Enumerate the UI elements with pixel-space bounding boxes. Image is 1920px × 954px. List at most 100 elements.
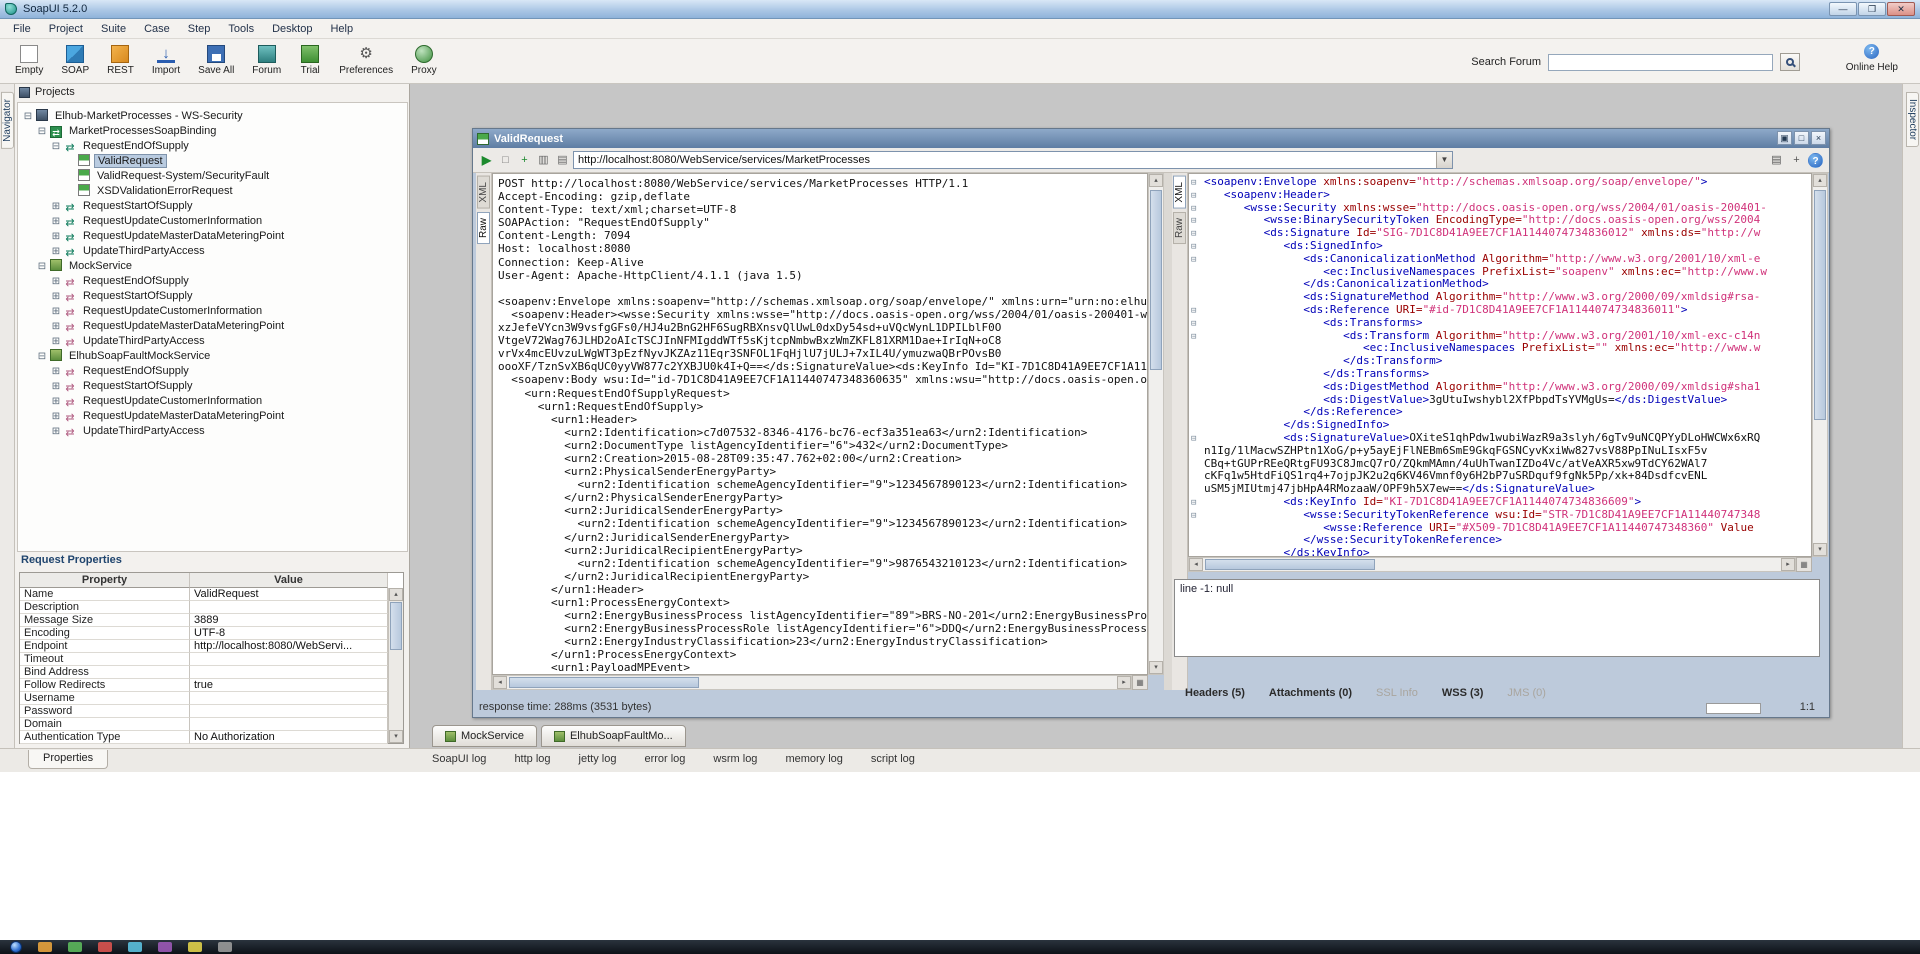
tree-toggle-icon[interactable]: ⊞ — [50, 364, 62, 379]
tree-toggle-icon[interactable]: ⊞ — [50, 409, 62, 424]
log-tab-memory-log[interactable]: memory log — [785, 753, 842, 765]
property-row[interactable]: Password — [20, 705, 403, 718]
scrollbar-thumb[interactable] — [1814, 190, 1826, 420]
tree-item[interactable]: ValidRequest — [18, 154, 407, 169]
scroll-up-arrow-icon[interactable]: ▴ — [1149, 174, 1163, 187]
toolbar-import-button[interactable]: Import — [145, 41, 187, 78]
help-button[interactable]: ? — [1808, 153, 1823, 168]
taskbar-app-icon-6[interactable] — [188, 942, 202, 952]
scroll-down-arrow-icon[interactable]: ▾ — [389, 730, 403, 743]
tree-item[interactable]: ⊞RequestUpdateCustomerInformation — [18, 304, 407, 319]
tree-toggle-icon[interactable]: ⊞ — [50, 334, 62, 349]
menu-step[interactable]: Step — [179, 21, 220, 37]
tree-item[interactable]: ⊞RequestEndOfSupply — [18, 274, 407, 289]
tree-item[interactable]: ⊞RequestUpdateCustomerInformation — [18, 214, 407, 229]
scroll-right-arrow-icon[interactable]: ▸ — [1781, 558, 1795, 571]
tree-toggle-icon[interactable]: ⊟ — [50, 139, 62, 154]
float-window-button[interactable]: ▣ — [1777, 131, 1792, 145]
tree-item[interactable]: ⊞RequestStartOfSupply — [18, 199, 407, 214]
log-tab-error-log[interactable]: error log — [644, 753, 685, 765]
navigator-tab[interactable]: Navigator — [1, 92, 14, 149]
minimize-button[interactable]: — — [1829, 2, 1857, 16]
tab-headers-5[interactable]: Headers (5) — [1185, 687, 1245, 699]
add-to-mockservice-button[interactable]: ▥ — [535, 151, 552, 168]
tree-item[interactable]: ⊞RequestEndOfSupply — [18, 364, 407, 379]
add-endpoint-button[interactable]: + — [1788, 151, 1805, 168]
scrollbar-thumb[interactable] — [1150, 190, 1162, 370]
properties-scrollbar[interactable]: ▴ ▾ — [388, 588, 403, 743]
tree-toggle-icon[interactable]: ⊞ — [50, 304, 62, 319]
tree-item[interactable]: ⊟ElhubSoapFaultMockService — [18, 349, 407, 364]
scroll-down-arrow-icon[interactable]: ▾ — [1813, 543, 1827, 556]
menu-tools[interactable]: Tools — [219, 21, 263, 37]
tree-item[interactable]: ⊞UpdateThirdPartyAccess — [18, 424, 407, 439]
scroll-right-arrow-icon[interactable]: ▸ — [1117, 676, 1131, 689]
log-tab-script-log[interactable]: script log — [871, 753, 915, 765]
property-row[interactable]: Username — [20, 692, 403, 705]
search-forum-button[interactable] — [1780, 53, 1800, 71]
submit-button[interactable]: ▶ — [478, 151, 495, 168]
property-row[interactable]: Follow Redirectstrue — [20, 679, 403, 692]
response-tab-raw[interactable]: Raw — [1173, 212, 1186, 244]
toolbar-rest-button[interactable]: REST — [100, 41, 141, 78]
cancel-button[interactable]: □ — [497, 151, 514, 168]
tree-item[interactable]: ⊞RequestStartOfSupply — [18, 289, 407, 304]
fold-toggle-icon[interactable]: ⊟ — [1191, 305, 1204, 318]
desktop-tab-elhubsoapfaultmo[interactable]: ElhubSoapFaultMo... — [541, 725, 686, 747]
close-button[interactable]: ✕ — [1887, 2, 1915, 16]
desktop-tab-mockservice[interactable]: MockService — [432, 725, 537, 747]
editor-corner-button[interactable]: ▦ — [1796, 557, 1812, 572]
tree-toggle-icon[interactable]: ⊟ — [22, 109, 34, 124]
tree-item[interactable]: ⊟MarketProcessesSoapBinding — [18, 124, 407, 139]
log-tab-http-log[interactable]: http log — [514, 753, 550, 765]
tree-toggle-icon[interactable]: ⊞ — [50, 214, 62, 229]
menu-help[interactable]: Help — [321, 21, 362, 37]
properties-tab[interactable]: Properties — [28, 750, 108, 769]
tree-item[interactable]: ⊞UpdateThirdPartyAccess — [18, 244, 407, 259]
inspector-tab[interactable]: Inspector — [1906, 92, 1919, 147]
menu-desktop[interactable]: Desktop — [263, 21, 321, 37]
tree-item[interactable]: ⊞RequestUpdateMasterDataMeteringPoint — [18, 229, 407, 244]
taskbar-app-icon-7[interactable] — [218, 942, 232, 952]
toolbar-soap-button[interactable]: SOAP — [54, 41, 96, 78]
property-row[interactable]: Timeout — [20, 653, 403, 666]
online-help-button[interactable]: Online Help — [1846, 44, 1898, 73]
response-content[interactable]: ⊟<soapenv:Envelope xmlns:soapenv="http:/… — [1188, 173, 1812, 557]
tree-item[interactable]: ValidRequest-System/SecurityFault — [18, 169, 407, 184]
property-row[interactable]: NameValidRequest — [20, 588, 403, 601]
fold-toggle-icon[interactable]: ⊟ — [1191, 177, 1204, 190]
log-tab-soapui-log[interactable]: SoapUI log — [432, 753, 486, 765]
scrollbar-thumb[interactable] — [509, 677, 699, 688]
scroll-up-arrow-icon[interactable]: ▴ — [1813, 174, 1827, 187]
fold-toggle-icon[interactable]: ⊟ — [1191, 241, 1204, 254]
scrollbar-thumb[interactable] — [390, 602, 402, 650]
scroll-left-arrow-icon[interactable]: ◂ — [1189, 558, 1203, 571]
scrollbar-thumb[interactable] — [1205, 559, 1375, 570]
frame-titlebar[interactable]: ValidRequest ▣ □ × — [473, 129, 1829, 148]
log-tab-jetty-log[interactable]: jetty log — [579, 753, 617, 765]
start-button[interactable] — [10, 941, 22, 953]
response-tab-xml[interactable]: XML — [1173, 176, 1186, 209]
scroll-up-arrow-icon[interactable]: ▴ — [389, 588, 403, 601]
request-tab-raw[interactable]: Raw — [477, 212, 490, 244]
frame-close-button[interactable]: × — [1811, 131, 1826, 145]
frame-maximize-button[interactable]: □ — [1794, 131, 1809, 145]
request-content[interactable]: POST http://localhost:8080/WebService/se… — [492, 173, 1148, 675]
tab-wss-3[interactable]: WSS (3) — [1442, 687, 1484, 699]
copy-request-button[interactable]: ▤ — [554, 151, 571, 168]
maximize-button[interactable]: ❐ — [1858, 2, 1886, 16]
editor-splitter[interactable] — [1164, 173, 1172, 690]
tree-item[interactable]: ⊟RequestEndOfSupply — [18, 139, 407, 154]
fold-toggle-icon[interactable]: ⊟ — [1191, 433, 1204, 446]
tab-attachments-0[interactable]: Attachments (0) — [1269, 687, 1352, 699]
tree-toggle-icon[interactable]: ⊟ — [36, 124, 48, 139]
tree-toggle-icon[interactable]: ⊞ — [50, 244, 62, 259]
tree-toggle-icon[interactable]: ⊞ — [50, 229, 62, 244]
tree-item[interactable]: ⊞RequestUpdateCustomerInformation — [18, 394, 407, 409]
tree-toggle-icon[interactable]: ⊟ — [36, 349, 48, 364]
toolbar-preferences-button[interactable]: Preferences — [332, 41, 400, 78]
menu-case[interactable]: Case — [135, 21, 179, 37]
tree-item[interactable]: XSDValidationErrorRequest — [18, 184, 407, 199]
chevron-down-icon[interactable]: ▼ — [1436, 152, 1452, 168]
tree-toggle-icon[interactable]: ⊞ — [50, 274, 62, 289]
